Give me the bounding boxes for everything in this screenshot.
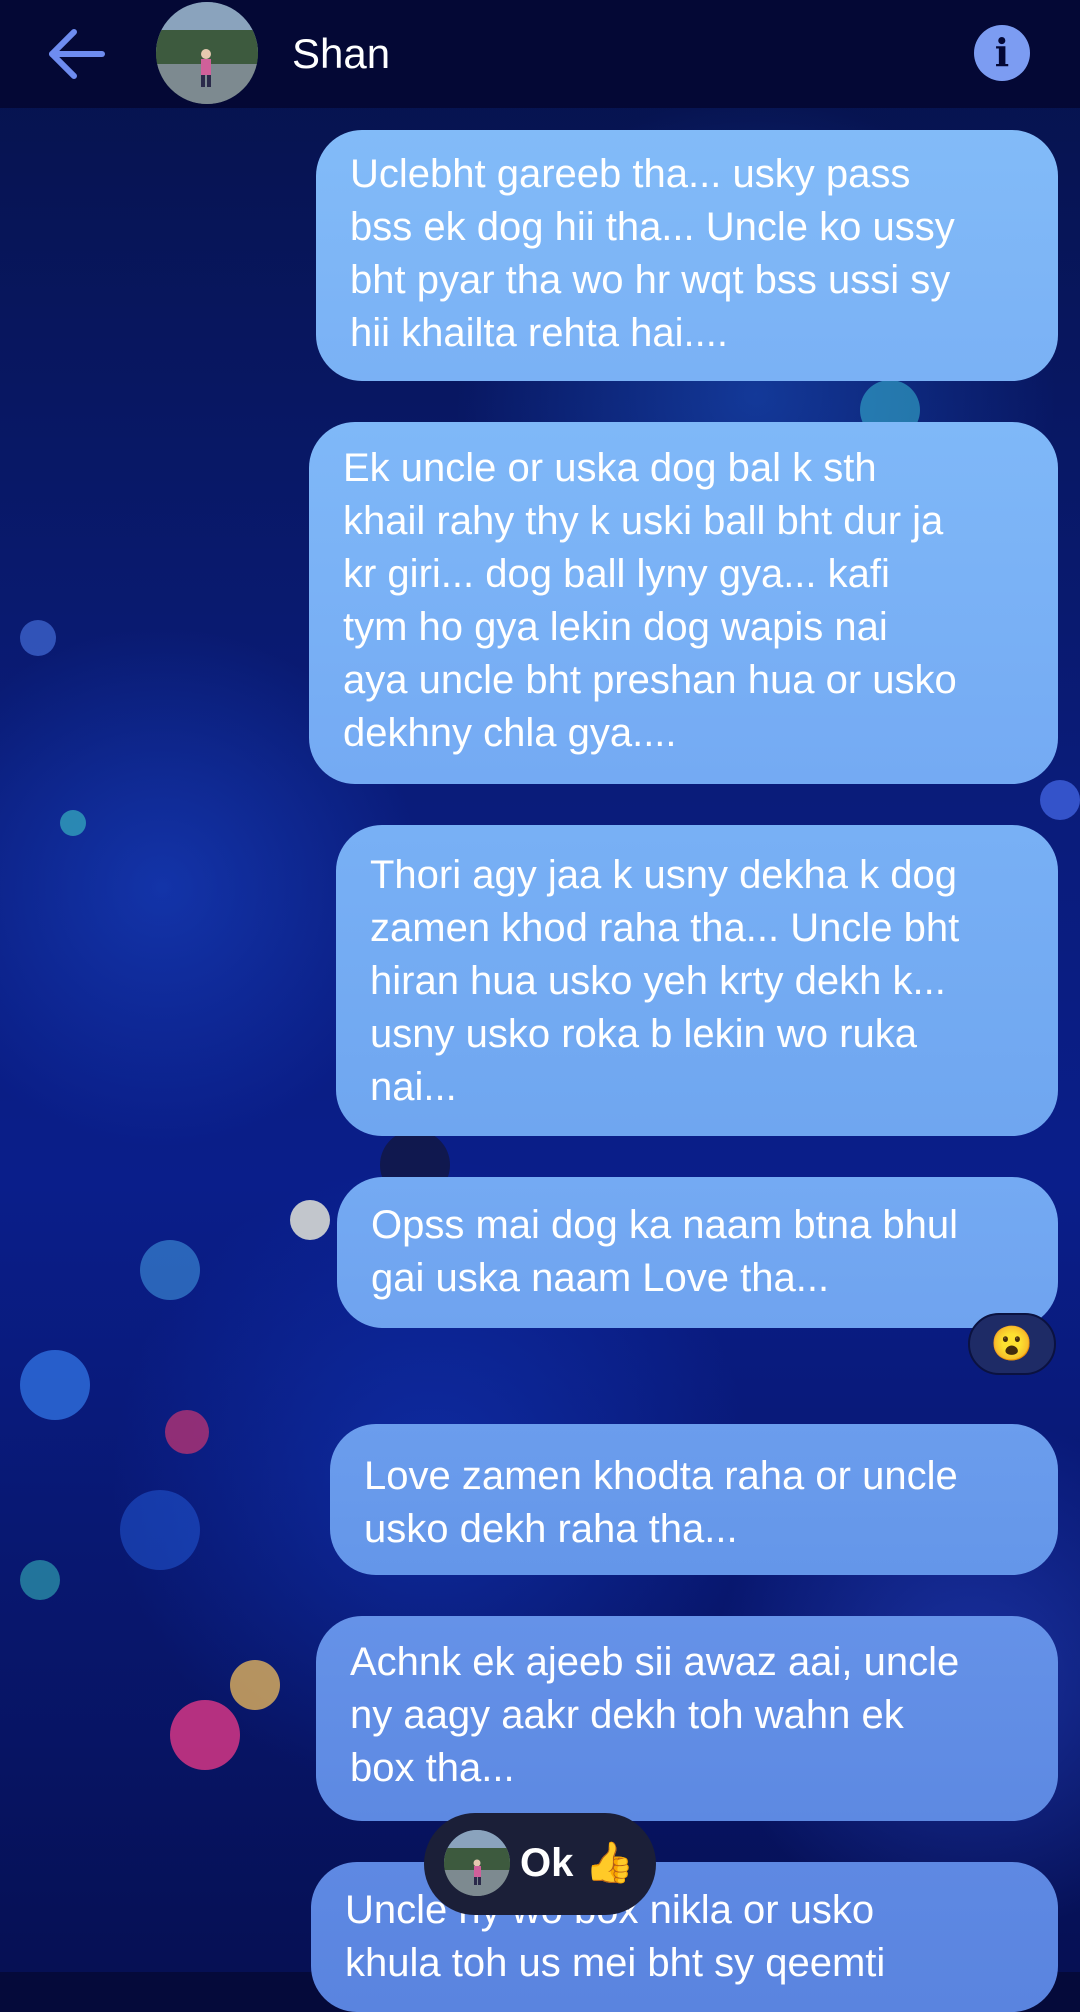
info-icon: i	[994, 30, 1010, 75]
message-reaction[interactable]: 😮	[968, 1313, 1056, 1375]
contact-name[interactable]: Shan	[292, 30, 390, 78]
message-bubble[interactable]: Opss mai dog ka naam btna bhul gai uska …	[337, 1177, 1058, 1328]
back-button[interactable]	[40, 24, 116, 84]
wallpaper-bokeh	[1040, 780, 1080, 820]
wallpaper-bokeh	[230, 1660, 280, 1710]
wallpaper-bokeh	[20, 620, 56, 656]
avatar-photo	[156, 2, 258, 104]
message-bubble[interactable]: Uncle ny wo box nikla or usko khula toh …	[311, 1862, 1058, 2012]
wallpaper-bokeh	[290, 1200, 330, 1240]
message-bubble[interactable]: Ek uncle or uska dog bal k sth khail rah…	[309, 422, 1058, 784]
avatar-photo	[444, 1830, 510, 1896]
chat-header: Shan i	[0, 0, 1080, 108]
surprised-face-icon: 😮	[990, 1325, 1034, 1363]
arrow-left-icon	[49, 29, 105, 79]
wallpaper-bokeh	[20, 1560, 60, 1600]
info-button[interactable]: i	[974, 25, 1030, 81]
wallpaper-bokeh	[120, 1490, 200, 1570]
message-bubble[interactable]: Achnk ek ajeeb sii awaz aai, uncle ny aa…	[316, 1616, 1058, 1821]
message-bubble[interactable]: Thori agy jaa k usny dekha k dog zamen k…	[336, 825, 1058, 1136]
wallpaper-bokeh	[165, 1410, 209, 1454]
wallpaper-bokeh	[170, 1700, 240, 1770]
contact-avatar[interactable]	[156, 2, 258, 104]
reply-text: Ok 👍	[520, 1841, 635, 1885]
reply-preview[interactable]: Ok 👍	[424, 1813, 656, 1915]
wallpaper-bokeh	[140, 1240, 200, 1300]
wallpaper-bokeh	[20, 1350, 90, 1420]
message-bubble[interactable]: Love zamen khodta raha or uncle usko dek…	[330, 1424, 1058, 1575]
reply-avatar	[444, 1830, 510, 1896]
message-bubble[interactable]: Uclebht gareeb tha... usky pass bss ek d…	[316, 130, 1058, 381]
wallpaper-bokeh	[60, 810, 86, 836]
